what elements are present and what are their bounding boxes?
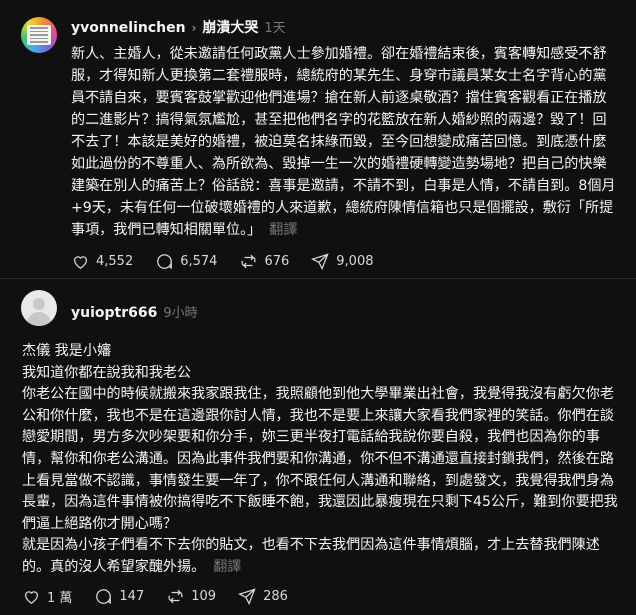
post-actions: 4,552 6,574 676 9,008 [71, 252, 395, 271]
avatar-image [27, 25, 51, 45]
post-actions: 1 萬 147 109 286 [22, 587, 310, 606]
topic-tag[interactable]: 崩潰大哭 [202, 17, 258, 37]
heart-icon [73, 256, 88, 269]
post-line: 杰儀 我是小嬸 [22, 343, 112, 359]
avatar[interactable] [21, 17, 57, 53]
comment-button[interactable]: 6,574 [155, 252, 217, 271]
post-line: 我知道你都在說我和我老公 [22, 364, 192, 381]
avatar[interactable] [21, 290, 57, 326]
comment-button[interactable]: 147 [94, 587, 144, 606]
repost-button[interactable]: 676 [239, 252, 289, 271]
default-avatar-icon [33, 298, 45, 310]
send-icon [311, 253, 329, 271]
like-button[interactable]: 1 萬 [22, 587, 72, 606]
repost-count: 676 [264, 254, 290, 269]
repost-count: 109 [191, 589, 217, 604]
post-text: 新人、主婚人，從未邀請任何政黨人士參加婚禮。卻在婚禮結束後，賓客轉知感受不舒服，… [71, 46, 616, 238]
translate-link[interactable]: 翻譯 [213, 559, 241, 575]
post-line: 就是因為小孩子們看不下去你的貼文，也看不下去我們因為這件事情煩腦，才上去替我們陳… [22, 537, 600, 575]
divider [0, 278, 636, 279]
comment-count: 147 [119, 589, 145, 604]
repost-icon [241, 254, 256, 269]
comment-icon [96, 589, 112, 605]
username[interactable]: yuioptr666 [71, 305, 157, 321]
share-button[interactable]: 286 [238, 587, 288, 606]
like-button[interactable]: 4,552 [71, 252, 133, 271]
like-count: 4,552 [96, 254, 134, 269]
translate-link[interactable]: 翻譯 [269, 222, 297, 238]
post-body: 新人、主婚人，從未邀請任何政黨人士參加婚禮。卻在婚禮結束後，賓客轉知感受不舒服，… [71, 43, 619, 241]
post-header: yvonnelinchen › 崩潰大哭 1天 [71, 17, 286, 37]
timestamp: 1天 [264, 21, 286, 36]
share-button[interactable]: 9,008 [311, 252, 373, 271]
share-count: 9,008 [336, 254, 374, 269]
post-header: yuioptr666 9小時 [71, 302, 198, 321]
post-line: 你老公在國中的時候就搬來我家跟我住，我照顧他到他大學畢業出社會，我覺得我沒有虧欠… [22, 386, 618, 532]
post-body: 杰儀 我是小嬸 我知道你都在說我和我老公 你老公在國中的時候就搬來我家跟我住，我… [22, 341, 622, 579]
chevron-right-icon: › [191, 21, 197, 35]
comment-count: 6,574 [180, 254, 218, 269]
timestamp: 9小時 [163, 306, 198, 321]
repost-button[interactable]: 109 [166, 587, 216, 606]
comment-icon [157, 254, 173, 270]
share-count: 286 [263, 589, 288, 604]
username[interactable]: yvonnelinchen [71, 20, 186, 36]
repost-icon [168, 589, 183, 604]
like-count: 1 萬 [47, 591, 73, 606]
send-icon [238, 588, 256, 606]
heart-icon [24, 591, 39, 604]
